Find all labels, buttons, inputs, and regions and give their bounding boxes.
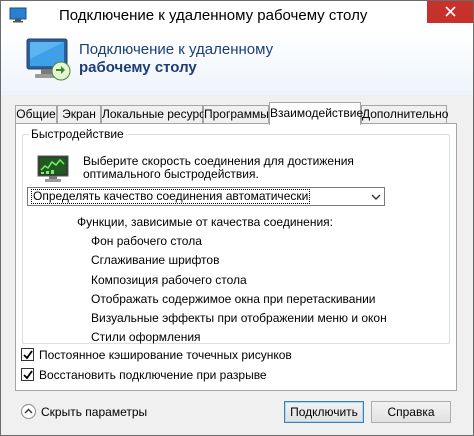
rdp-window: Подключение к удаленному рабочему столу …	[0, 0, 474, 436]
feature-item: Стили оформления	[91, 330, 201, 344]
persistent-bitmap-caching-label: Постоянное кэширование точечных рисунков	[39, 348, 292, 362]
connection-speed-value: Определять качество соединения автоматич…	[31, 189, 311, 204]
connect-button[interactable]: Подключить	[284, 401, 364, 423]
close-icon	[444, 6, 456, 17]
performance-group: Быстродействие Выберите скорость соедине…	[22, 127, 450, 344]
tab-programs[interactable]: Программы	[203, 105, 269, 124]
remote-desktop-icon	[25, 37, 73, 87]
persistent-bitmap-caching-checkbox[interactable]	[21, 348, 34, 361]
reconnect-option[interactable]: Восстановить подключение при разрыве	[21, 368, 267, 382]
connection-speed-select[interactable]: Определять качество соединения автоматич…	[27, 187, 385, 206]
chevron-down-icon	[371, 191, 381, 201]
help-button[interactable]: Справка	[371, 401, 451, 423]
feature-item: Визуальные эффекты при отображении меню …	[91, 311, 387, 325]
feature-item: Композиция рабочего стола	[91, 273, 247, 287]
app-icon	[9, 7, 27, 23]
tab-general[interactable]: Общие	[15, 105, 57, 124]
feature-item: Сглаживание шрифтов	[91, 253, 220, 267]
performance-description: Выберите скорость соединения для достиже…	[83, 154, 354, 181]
persistent-bitmap-caching-option[interactable]: Постоянное кэширование точечных рисунков	[21, 348, 292, 362]
tab-advanced[interactable]: Дополнительно	[361, 105, 448, 124]
hide-options-toggle[interactable]: Скрыть параметры	[21, 404, 147, 419]
feature-item: Отображать содержимое окна при перетаски…	[91, 292, 376, 306]
tab-display[interactable]: Экран	[57, 105, 101, 124]
reconnect-checkbox[interactable]	[21, 368, 34, 381]
title-bar: Подключение к удаленному рабочему столу	[1, 1, 473, 31]
check-icon	[23, 350, 33, 360]
banner-title-line2: рабочему столу	[79, 59, 197, 76]
close-button[interactable]	[427, 1, 473, 23]
feature-item: Фон рабочего стола	[91, 234, 202, 248]
performance-monitor-icon	[37, 155, 71, 183]
hide-options-label: Скрыть параметры	[41, 405, 148, 419]
banner: Подключение к удаленному рабочему столу	[1, 31, 473, 95]
tab-experience[interactable]: Взаимодействие	[269, 102, 363, 125]
performance-legend: Быстродействие	[29, 127, 126, 141]
chevron-up-icon	[21, 404, 36, 419]
reconnect-label: Восстановить подключение при разрыве	[39, 368, 267, 382]
banner-title-line1: Подключение к удаленному	[79, 41, 274, 58]
window-title: Подключение к удаленному рабочему столу	[59, 7, 368, 24]
check-icon	[23, 370, 33, 380]
features-title: Функции, зависимые от качества соединени…	[77, 215, 334, 229]
tab-local-resources[interactable]: Локальные ресурсы	[101, 105, 214, 124]
